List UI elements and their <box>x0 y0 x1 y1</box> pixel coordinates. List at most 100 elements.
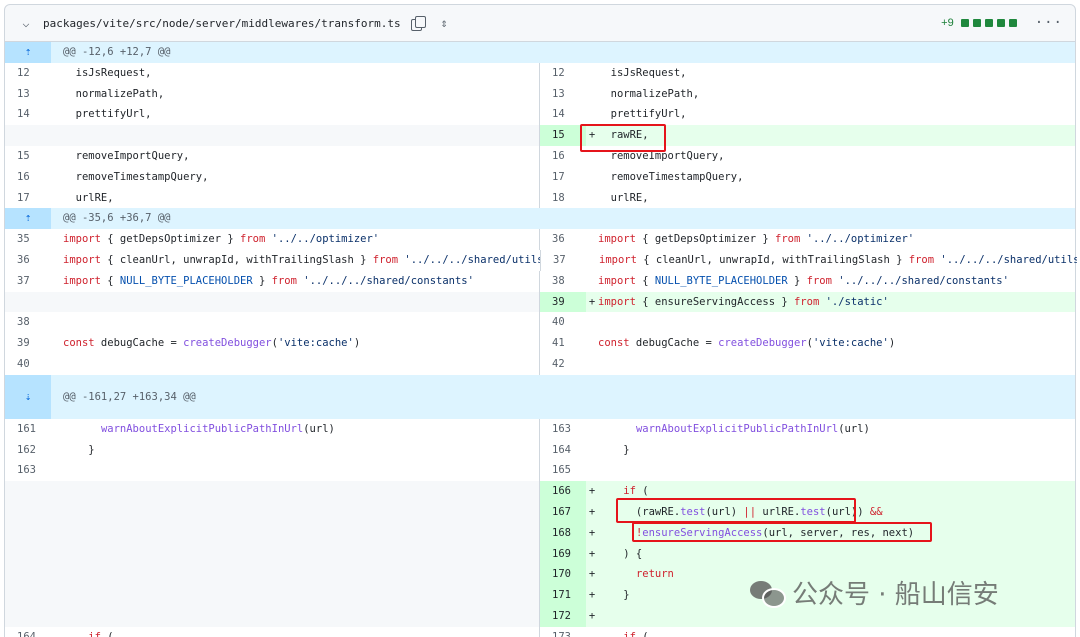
chevron-down-icon[interactable]: ⌵ <box>17 14 35 32</box>
line-number[interactable]: 163 <box>540 419 586 440</box>
line-number[interactable]: 165 <box>540 460 586 481</box>
code-token: './static' <box>825 295 889 308</box>
line-number[interactable]: 40 <box>540 312 586 333</box>
code-line: prettifyUrl, <box>598 104 687 125</box>
line-number[interactable]: 14 <box>5 104 51 125</box>
diffstat: +9 ··· <box>941 15 1063 31</box>
line-number[interactable]: 37 <box>541 250 587 271</box>
unfold-icon[interactable]: ⇣ <box>5 374 51 419</box>
right-side: 164 } <box>540 440 1075 461</box>
line-number[interactable]: 35 <box>5 229 51 250</box>
code-token: from <box>793 295 820 308</box>
code-line: removeTimestampQuery, <box>598 167 744 188</box>
line-number[interactable]: 170 <box>540 564 586 586</box>
unfold-icon[interactable]: ⇕ <box>441 16 448 30</box>
diffstat-box <box>972 19 981 27</box>
line-number[interactable]: 171 <box>540 585 586 606</box>
code-token: from <box>806 274 832 287</box>
line-number[interactable]: 13 <box>5 84 51 105</box>
code-line: urlRE, <box>63 188 114 209</box>
expand-up-icon[interactable]: ⇡ <box>5 42 51 63</box>
line-number[interactable]: 36 <box>540 229 586 250</box>
file-path[interactable]: packages/vite/src/node/server/middleware… <box>43 17 401 30</box>
line-number[interactable]: 164 <box>540 440 586 461</box>
line-number[interactable]: 42 <box>540 354 586 375</box>
hunk-range: @@ -161,27 +163,34 @@ <box>63 390 196 403</box>
right-side: 13 normalizePath, <box>540 84 1075 105</box>
code-token: urlRE, <box>598 191 649 204</box>
line-number[interactable]: 169 <box>540 543 586 565</box>
line-number[interactable]: 40 <box>5 354 51 375</box>
line-number[interactable]: 38 <box>5 312 51 333</box>
line-number[interactable]: 16 <box>540 146 586 167</box>
diff-sign <box>51 146 63 167</box>
diff-sign: + <box>588 547 596 560</box>
right-side: 173 if ( <box>540 627 1075 637</box>
line-number[interactable]: 162 <box>5 440 51 461</box>
diff-row: 15 + rawRE, <box>5 125 1075 146</box>
additions-count: +9 <box>941 17 954 29</box>
code-line: import { NULL_BYTE_PLACEHOLDER } from '.… <box>598 271 1009 292</box>
left-side: 38 <box>5 312 540 334</box>
code-line: const debugCache = createDebugger('vite:… <box>598 333 895 354</box>
code-token: (url) <box>705 505 744 518</box>
line-number[interactable]: 12 <box>5 63 51 84</box>
kebab-horizontal-icon[interactable]: ··· <box>1035 15 1063 31</box>
line-number[interactable]: 39 <box>540 291 586 313</box>
code-line: import { ensureServingAccess } from './s… <box>598 292 889 313</box>
diff-sign: + <box>588 485 596 498</box>
diffstat-box <box>960 19 969 27</box>
diff-sign <box>51 460 63 481</box>
line-number[interactable]: 167 <box>540 501 586 523</box>
code-token: '../../../shared/constants' <box>303 274 474 287</box>
diff-sign <box>51 63 63 84</box>
line-number[interactable]: 17 <box>540 167 586 188</box>
diff-sign: + <box>588 589 596 602</box>
unfold-icon[interactable]: ⇡ <box>5 208 51 230</box>
line-number[interactable]: 163 <box>5 460 51 481</box>
code-line: warnAboutExplicitPublicPathInUrl(url) <box>63 419 335 440</box>
diff-row: 16 removeTimestampQuery, 17 removeTimesta… <box>5 166 1075 188</box>
line-number[interactable]: 164 <box>5 627 51 637</box>
code-token: ( <box>100 630 114 637</box>
wechat-icon <box>750 579 786 608</box>
line-number[interactable]: 173 <box>540 627 586 637</box>
line-number[interactable]: 37 <box>5 271 51 292</box>
left-side: 164 if ( <box>5 626 540 637</box>
line-number[interactable]: 168 <box>540 522 586 544</box>
code-line: if ( <box>598 481 648 502</box>
line-number[interactable]: 41 <box>540 333 586 354</box>
diff-sign <box>51 627 63 637</box>
diff-sign <box>51 104 63 125</box>
line-number[interactable]: 39 <box>5 333 51 354</box>
line-number[interactable]: 12 <box>540 63 586 84</box>
line-number[interactable]: 172 <box>540 605 586 627</box>
line-number[interactable]: 18 <box>540 188 586 209</box>
diffstat-box <box>996 19 1005 27</box>
code-token: if <box>88 630 101 637</box>
left-side: 17 urlRE, <box>5 187 540 209</box>
line-number[interactable]: 15 <box>5 146 51 167</box>
line-number[interactable]: 17 <box>5 188 51 209</box>
line-number[interactable]: 166 <box>540 481 586 502</box>
code-line: import { cleanUrl, unwrapId, withTrailin… <box>599 250 1077 271</box>
left-side <box>5 125 540 146</box>
code-line: import { cleanUrl, unwrapId, withTrailin… <box>63 250 540 271</box>
line-number[interactable]: 38 <box>540 271 586 292</box>
left-side: 16 removeTimestampQuery, <box>5 166 540 188</box>
code-token: rawRE, <box>598 129 649 142</box>
line-number[interactable]: 14 <box>540 104 586 125</box>
copy-icon[interactable] <box>410 16 426 31</box>
line-number[interactable]: 15 <box>540 125 586 146</box>
code-token: createDebugger <box>183 337 272 350</box>
diff-sign <box>51 250 63 271</box>
line-number[interactable]: 36 <box>5 250 51 271</box>
line-number[interactable]: 161 <box>5 419 51 440</box>
line-number[interactable]: 16 <box>5 167 51 188</box>
line-number[interactable]: 13 <box>540 84 586 105</box>
left-side <box>5 543 540 565</box>
diff-row: 163 165 <box>5 460 1075 482</box>
code-token: warnAboutExplicitPublicPathInUrl <box>635 422 839 435</box>
right-side: 37 import { cleanUrl, unwrapId, withTrail… <box>541 250 1077 271</box>
